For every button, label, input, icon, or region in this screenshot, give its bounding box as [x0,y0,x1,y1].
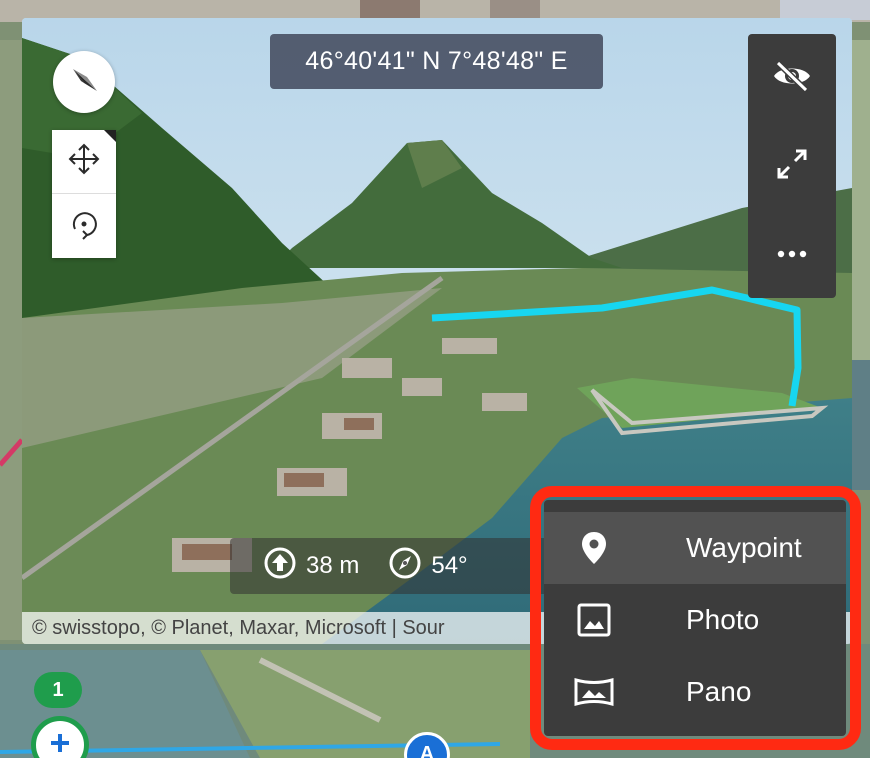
view-toolbar [748,34,836,298]
more-icon [777,245,807,263]
heading-compass-icon [389,547,421,586]
fullscreen-icon [775,147,809,186]
heading-stat: 54° [389,547,468,586]
menu-item-pano[interactable]: Pano [544,656,846,728]
heading-value: 54° [431,552,468,579]
elevation-stat: 38 m [264,547,359,586]
more-options-button[interactable] [748,210,836,298]
coordinates-display: 46°40'41" N 7°48'48" E [270,34,603,89]
menu-item-label: Waypoint [686,532,802,563]
cluster-count-badge[interactable]: 1 [34,672,82,708]
image-icon [544,602,644,638]
rotate-icon [67,207,101,246]
pan-button[interactable] [52,130,116,194]
toggle-visibility-button[interactable] [748,34,836,122]
rotate-button[interactable] [52,194,116,258]
menu-item-label: Photo [686,604,760,635]
plus-icon [48,731,72,758]
add-media-menu: Waypoint Photo Pano [544,500,846,736]
navigation-controls [52,130,116,258]
position-stats: 38 m 54° [230,538,550,594]
move-icon [67,142,101,181]
compass-icon [67,63,101,102]
corner-indicator [104,130,116,142]
panorama-icon [544,677,644,707]
pin-icon [544,531,644,565]
visibility-off-icon [772,60,812,97]
elevation-value: 38 m [306,552,360,579]
elevation-icon [264,547,296,586]
menu-item-waypoint[interactable]: Waypoint [544,512,846,584]
menu-item-label: Pano [686,676,752,707]
menu-item-photo[interactable]: Photo [544,584,846,656]
compass-button[interactable] [53,51,115,113]
fullscreen-button[interactable] [748,122,836,210]
